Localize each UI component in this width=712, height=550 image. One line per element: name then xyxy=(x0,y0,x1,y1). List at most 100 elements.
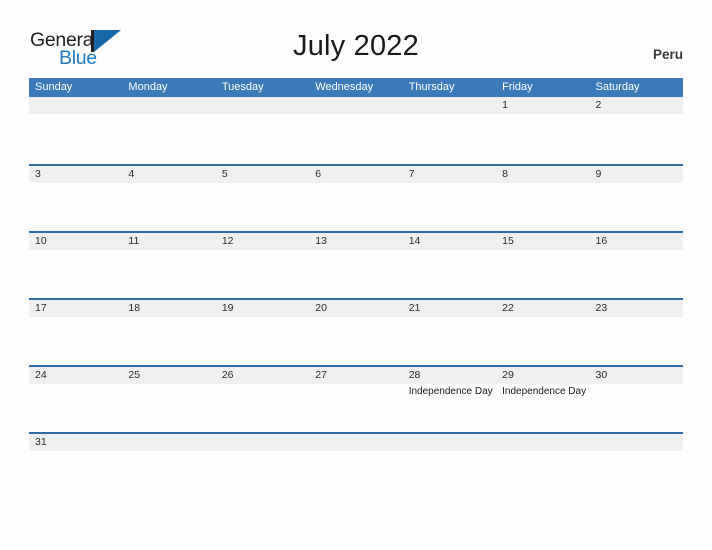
day-number: 18 xyxy=(128,302,141,314)
day-of-week-saturday: Saturday xyxy=(595,81,640,93)
day-number: 28 xyxy=(408,369,421,381)
day-number: 17 xyxy=(35,302,47,314)
day-of-week-tuesday: Tuesday xyxy=(221,81,264,93)
calendar-day-cell[interactable]: 10 xyxy=(29,233,122,298)
calendar-day-cell[interactable]: 17 xyxy=(29,300,122,365)
day-number: 2 xyxy=(595,99,602,111)
day-number: 21 xyxy=(408,302,421,314)
day-number: 25 xyxy=(128,369,141,381)
calendar-day-cell-empty xyxy=(122,97,215,164)
day-number: 19 xyxy=(221,302,234,314)
calendar-day-cell[interactable]: 23 xyxy=(590,300,683,365)
week-cells: 10 11 12 13 14 15 16 xyxy=(29,233,683,298)
calendar-week-row: 3 4 5 6 7 8 9 xyxy=(29,164,683,231)
calendar-day-cell[interactable]: 4 xyxy=(122,166,215,231)
day-number: 26 xyxy=(221,369,234,381)
calendar-day-cell[interactable]: 20 xyxy=(309,300,402,365)
calendar-day-cell[interactable]: 18 xyxy=(122,300,215,365)
day-number: 8 xyxy=(502,168,508,180)
holiday-event-label: Independence Day xyxy=(502,386,587,397)
calendar-day-cell-empty xyxy=(309,97,402,164)
day-number: 12 xyxy=(221,235,234,247)
calendar-week-row: 17 18 19 20 21 22 23 xyxy=(29,298,683,365)
week-cells: 17 18 19 20 21 22 23 xyxy=(29,300,683,365)
calendar-day-cell[interactable]: 28 Independence Day xyxy=(403,367,496,432)
calendar-day-cell-empty xyxy=(29,97,122,164)
calendar-day-cell-empty xyxy=(403,434,496,499)
week-cells: 3 4 5 6 7 8 9 xyxy=(29,166,683,231)
calendar-day-cell[interactable]: 29 Independence Day xyxy=(496,367,589,432)
calendar-day-cell-empty xyxy=(216,434,309,499)
calendar-page: General Blue July 2022 Peru Sunday Monda… xyxy=(0,0,712,550)
week-cells: 24 25 26 27 28 Independence Day 29 Independence… xyxy=(29,367,683,432)
calendar-day-cell[interactable]: 12 xyxy=(216,233,309,298)
calendar-day-cell[interactable]: 2 xyxy=(590,97,683,164)
day-number: 14 xyxy=(408,235,421,247)
day-number: 1 xyxy=(502,99,508,111)
day-number: 31 xyxy=(35,436,47,448)
calendar-day-cell[interactable]: 3 xyxy=(29,166,122,231)
day-number: 6 xyxy=(315,168,322,180)
calendar-day-cell-empty xyxy=(216,97,309,164)
calendar-day-cell[interactable]: 1 xyxy=(496,97,589,164)
calendar-day-cell[interactable]: 31 xyxy=(29,434,122,499)
day-number: 3 xyxy=(35,168,41,180)
page-header: General Blue July 2022 Peru xyxy=(0,0,712,76)
day-of-week-wednesday: Wednesday xyxy=(315,81,374,93)
country-label: Peru xyxy=(652,47,683,62)
page-title: July 2022 xyxy=(293,30,419,62)
day-of-week-friday: Friday xyxy=(502,81,533,93)
day-number: 7 xyxy=(408,168,415,180)
calendar-week-row: 24 25 26 27 28 Independence Day 29 Independence… xyxy=(29,365,683,432)
calendar-day-cell-empty xyxy=(403,97,496,164)
day-number: 16 xyxy=(595,235,608,247)
day-number: 23 xyxy=(595,302,608,314)
day-of-week-header-row: Sunday Monday Tuesday Wednesday Thursday… xyxy=(29,78,683,97)
day-of-week-thursday: Thursday xyxy=(408,81,455,93)
day-number: 30 xyxy=(595,369,608,381)
calendar-day-cell[interactable]: 8 xyxy=(496,166,589,231)
calendar-week-row: 12 xyxy=(29,97,683,164)
week-cells: 12 xyxy=(29,97,683,164)
calendar-day-cell[interactable]: 9 xyxy=(590,166,683,231)
calendar-week-row: 31 xyxy=(29,432,683,499)
week-cells: 31 xyxy=(29,434,683,499)
day-number: 27 xyxy=(315,369,327,381)
calendar-day-cell[interactable]: 7 xyxy=(403,166,496,231)
calendar-day-cell-empty xyxy=(496,434,589,499)
day-number: 11 xyxy=(128,235,140,247)
calendar-grid: Sunday Monday Tuesday Wednesday Thursday… xyxy=(29,78,683,499)
day-number: 4 xyxy=(128,168,135,180)
day-number: 22 xyxy=(502,302,514,314)
day-number: 10 xyxy=(35,235,47,247)
calendar-day-cell[interactable]: 25 xyxy=(122,367,215,432)
day-number: 13 xyxy=(315,235,327,247)
calendar-weeks: 1 2 3 4 5 6 7 8 9 10 11 12 13 14 15 16 17 18 19 20 21 22 23 24 2… xyxy=(29,97,683,499)
calendar-day-cell[interactable]: 21 xyxy=(403,300,496,365)
calendar-day-cell[interactable]: 5 xyxy=(216,166,309,231)
calendar-day-cell[interactable]: 26 xyxy=(216,367,309,432)
day-number: 20 xyxy=(315,302,327,314)
calendar-day-cell-empty xyxy=(309,434,402,499)
calendar-day-cell[interactable]: 19 xyxy=(216,300,309,365)
day-number: 24 xyxy=(35,369,47,381)
calendar-day-cell[interactable]: 22 xyxy=(496,300,589,365)
holiday-event-label: Independence Day xyxy=(408,386,493,397)
day-of-week-monday: Monday xyxy=(128,81,168,93)
day-of-week-sunday: Sunday xyxy=(35,81,73,93)
calendar-day-cell[interactable]: 6 xyxy=(309,166,402,231)
calendar-day-cell[interactable]: 16 xyxy=(590,233,683,298)
calendar-day-cell[interactable]: 11 xyxy=(122,233,215,298)
day-number: 5 xyxy=(221,168,228,180)
day-number: 9 xyxy=(595,168,602,180)
calendar-week-row: 10 11 12 13 14 15 16 xyxy=(29,231,683,298)
calendar-day-cell[interactable]: 13 xyxy=(309,233,402,298)
calendar-day-cell[interactable]: 30 xyxy=(590,367,683,432)
calendar-day-cell[interactable]: 27 xyxy=(309,367,402,432)
calendar-day-cell[interactable]: 24 xyxy=(29,367,122,432)
day-number: 15 xyxy=(502,235,514,247)
day-number: 29 xyxy=(502,369,514,381)
calendar-day-cell[interactable]: 15 xyxy=(496,233,589,298)
calendar-day-cell-empty xyxy=(122,434,215,499)
calendar-day-cell[interactable]: 14 xyxy=(403,233,496,298)
